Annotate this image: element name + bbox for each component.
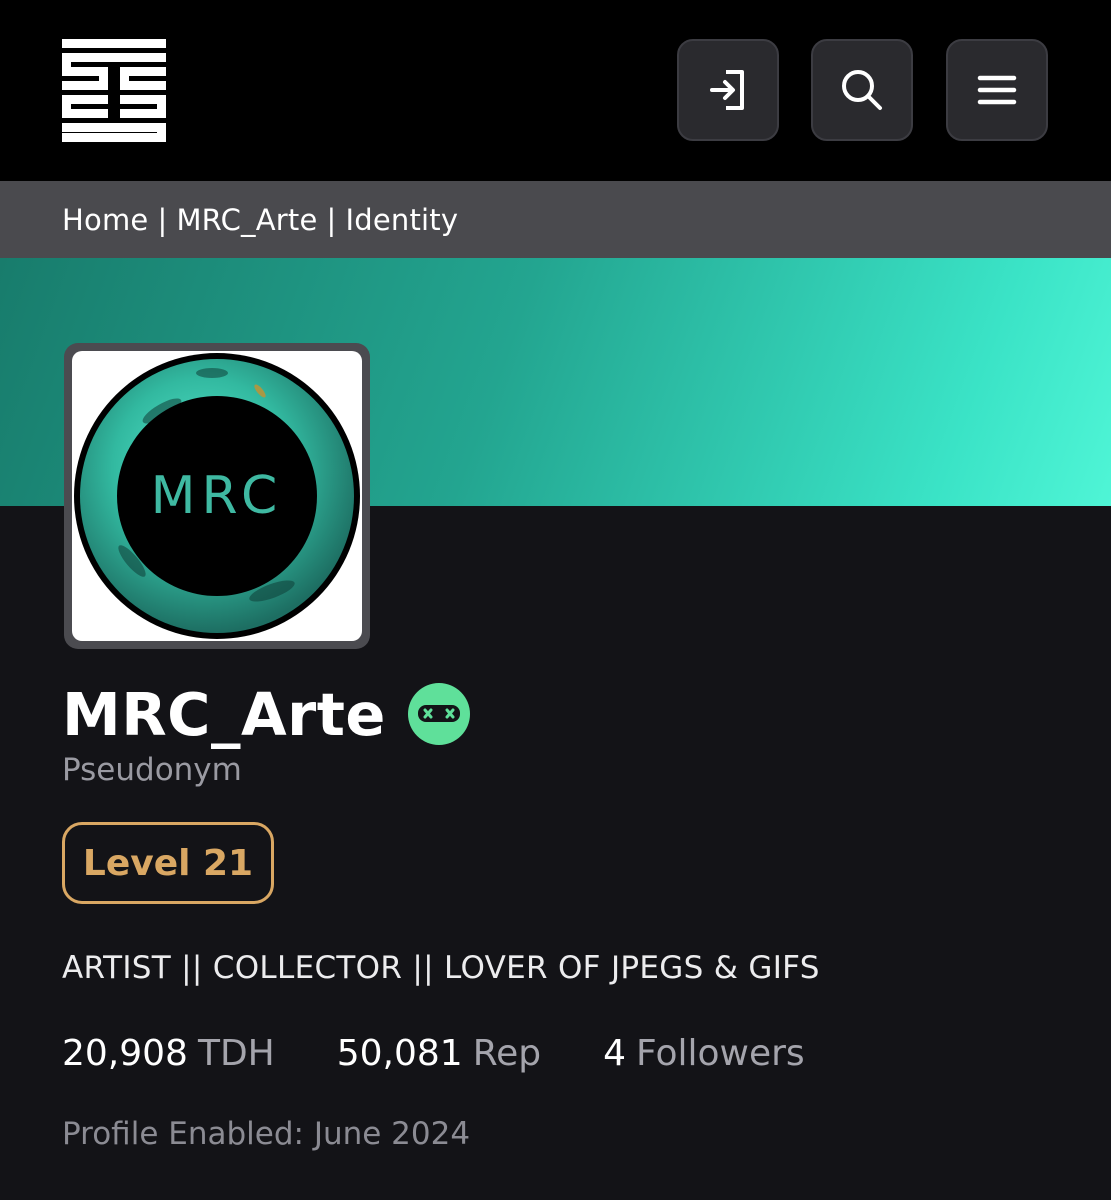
breadcrumb: Home | MRC_Arte | Identity [0, 181, 1111, 258]
search-button[interactable] [811, 39, 913, 141]
profile-stats: 20,908 TDH 50,081 Rep 4 Followers [62, 1033, 867, 1074]
stat-rep[interactable]: 50,081 Rep [337, 1033, 541, 1074]
stat-tdh[interactable]: 20,908 TDH [62, 1033, 275, 1074]
stat-value: 20,908 [62, 1033, 188, 1074]
stat-label: Rep [472, 1033, 542, 1074]
stat-followers[interactable]: 4 Followers [603, 1033, 805, 1074]
top-navbar [0, 0, 1111, 181]
breadcrumb-profile[interactable]: MRC_Arte [176, 203, 317, 237]
stat-label: Followers [636, 1033, 805, 1074]
sign-in-button[interactable] [677, 39, 779, 141]
menu-button[interactable] [946, 39, 1048, 141]
profile-classification: Pseudonym [62, 752, 242, 788]
avatar[interactable]: MRC [64, 343, 370, 649]
avatar-text: MRC [151, 466, 284, 526]
breadcrumb-current: Identity [345, 202, 459, 237]
breadcrumb-separator: | [157, 202, 168, 237]
stacked-lines-logo-icon [62, 39, 166, 142]
stat-value: 4 [603, 1033, 627, 1074]
profile-bio: ARTIST || COLLECTOR || LOVER OF JPEGS & … [62, 950, 820, 986]
sign-in-icon [710, 70, 744, 110]
profile-name: MRC_Arte [62, 679, 386, 749]
profile-enabled-date: Profile Enabled: June 2024 [62, 1116, 471, 1152]
stat-value: 50,081 [336, 1033, 463, 1074]
level-badge[interactable]: Level 21 [62, 822, 274, 904]
breadcrumb-home[interactable]: Home [62, 203, 148, 237]
breadcrumb-separator: | [326, 202, 337, 237]
stat-label: TDH [197, 1033, 275, 1074]
profile-name-row: MRC_Arte [62, 678, 470, 750]
pseudonym-mask-icon[interactable] [407, 683, 470, 745]
avatar-image: MRC [72, 351, 362, 641]
mrc-logo-image: MRC [74, 353, 360, 639]
menu-icon [977, 75, 1017, 105]
app-logo[interactable] [62, 39, 166, 142]
search-icon [842, 70, 882, 110]
